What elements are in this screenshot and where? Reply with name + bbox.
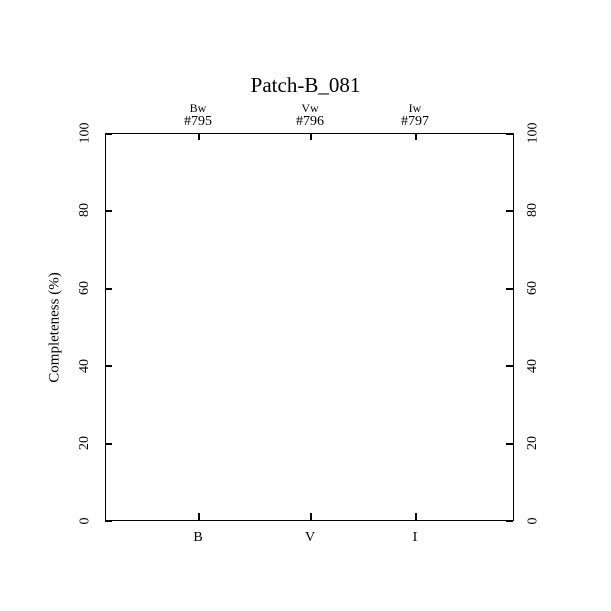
tick-mark bbox=[105, 520, 112, 522]
top-id-1: #796 bbox=[296, 114, 324, 130]
top-id-2: #797 bbox=[401, 114, 429, 130]
tick-mark bbox=[506, 443, 513, 445]
tick-mark bbox=[105, 443, 112, 445]
ytick-right-1: 20 bbox=[523, 433, 543, 453]
tick-mark bbox=[105, 365, 112, 367]
tick-mark bbox=[506, 210, 513, 212]
tick-mark bbox=[198, 513, 200, 520]
tick-mark bbox=[415, 513, 417, 520]
ytick-right-5: 100 bbox=[523, 123, 543, 143]
tick-mark bbox=[506, 288, 513, 290]
ytick-right-2: 40 bbox=[523, 356, 543, 376]
tick-mark bbox=[198, 133, 200, 140]
tick-mark bbox=[310, 513, 312, 520]
tick-mark bbox=[506, 520, 513, 522]
ytick-left-3: 60 bbox=[75, 278, 95, 298]
ytick-right-3: 60 bbox=[523, 278, 543, 298]
ytick-left-1: 20 bbox=[75, 433, 95, 453]
ytick-right-0: 0 bbox=[523, 511, 543, 531]
tick-mark bbox=[105, 210, 112, 212]
tick-mark bbox=[105, 288, 112, 290]
ytick-left-5: 100 bbox=[75, 123, 95, 143]
tick-mark bbox=[506, 133, 513, 135]
ytick-left-2: 40 bbox=[75, 356, 95, 376]
tick-mark bbox=[310, 133, 312, 140]
y-axis-label: Completeness (%) bbox=[45, 133, 65, 521]
plot-area bbox=[105, 133, 514, 521]
chart-title: Patch-B_081 bbox=[0, 73, 611, 98]
xtick-2: I bbox=[413, 530, 418, 546]
xtick-1: V bbox=[305, 530, 315, 546]
ytick-left-4: 80 bbox=[75, 200, 95, 220]
top-id-0: #795 bbox=[184, 114, 212, 130]
tick-mark bbox=[415, 133, 417, 140]
tick-mark bbox=[506, 365, 513, 367]
tick-mark bbox=[105, 133, 112, 135]
chart-container: Patch-B_081 Completeness (%) 0 20 40 60 … bbox=[0, 0, 611, 611]
ytick-left-0: 0 bbox=[75, 511, 95, 531]
ytick-right-4: 80 bbox=[523, 200, 543, 220]
xtick-0: B bbox=[193, 530, 202, 546]
